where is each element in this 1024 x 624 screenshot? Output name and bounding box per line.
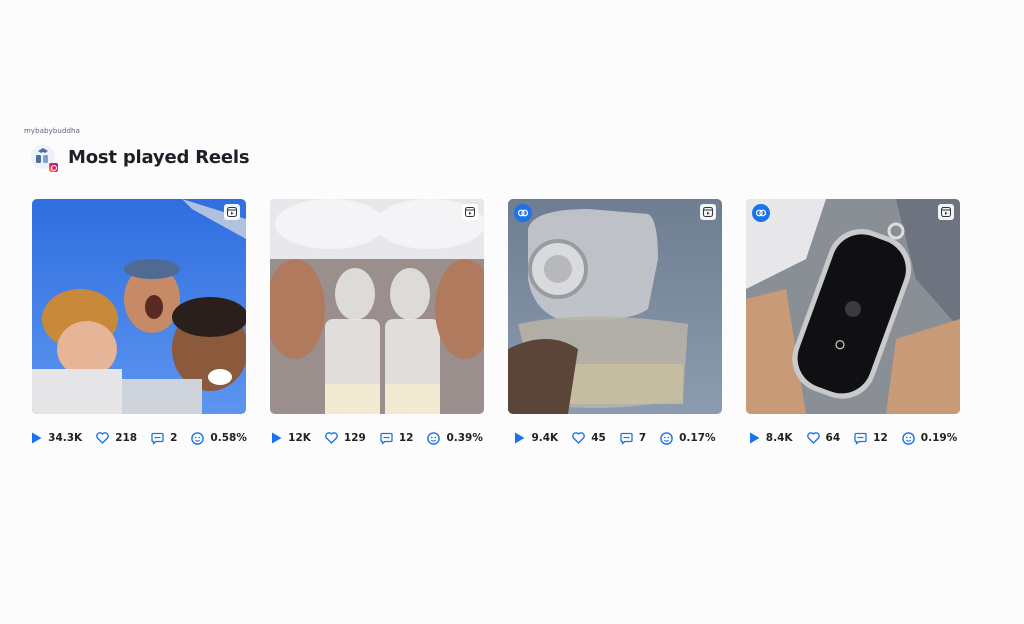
reel-stats: 9.4K 45 7 0.17% bbox=[508, 430, 722, 446]
heart-icon bbox=[325, 432, 338, 444]
engagement-rate: 0.17% bbox=[679, 432, 716, 444]
comments-count: 12 bbox=[398, 432, 414, 444]
section-header: Most played Reels bbox=[30, 144, 250, 172]
plays-count: 9.4K bbox=[531, 432, 559, 444]
engagement-rate: 0.58% bbox=[210, 432, 247, 444]
instagram-icon bbox=[49, 163, 58, 172]
engagement-icon bbox=[660, 431, 673, 445]
reel-icon bbox=[700, 204, 716, 220]
comments-stat: 12 bbox=[380, 432, 414, 445]
engagement-stat: 0.19% bbox=[901, 431, 958, 445]
plays-stat: 9.4K bbox=[514, 432, 558, 444]
comments-stat: 7 bbox=[620, 432, 646, 445]
comments-count: 12 bbox=[873, 432, 888, 444]
heart-icon bbox=[572, 432, 586, 444]
reel-card[interactable]: 12K 129 12 0.39% bbox=[270, 199, 484, 446]
account-handle: mybabybuddha bbox=[24, 127, 80, 135]
plays-count: 8.4K bbox=[765, 432, 793, 444]
reel-stats: 34.3K 218 2 0.58% bbox=[31, 430, 247, 446]
play-icon bbox=[749, 432, 760, 444]
reel-thumbnail[interactable] bbox=[32, 199, 246, 414]
plays-stat: 8.4K bbox=[749, 432, 793, 444]
engagement-rate: 0.39% bbox=[446, 432, 483, 444]
likes-count: 45 bbox=[591, 432, 606, 444]
engagement-icon bbox=[901, 431, 915, 445]
play-icon bbox=[515, 432, 525, 444]
engagement-stat: 0.17% bbox=[660, 431, 716, 445]
plays-stat: 34.3K bbox=[31, 432, 82, 444]
play-icon bbox=[32, 432, 42, 444]
comments-count: 2 bbox=[170, 432, 178, 444]
brand-logo-icon bbox=[30, 144, 58, 172]
plays-count: 34.3K bbox=[48, 432, 83, 444]
reel-thumbnail[interactable] bbox=[270, 199, 484, 414]
reel-icon bbox=[462, 204, 478, 220]
reel-thumbnail[interactable] bbox=[746, 199, 960, 414]
likes-count: 129 bbox=[343, 432, 366, 444]
engagement-icon bbox=[427, 431, 441, 445]
plays-stat: 12K bbox=[271, 432, 311, 444]
heart-icon bbox=[96, 432, 110, 444]
engagement-rate: 0.19% bbox=[920, 432, 958, 444]
comments-stat: 12 bbox=[854, 432, 888, 445]
play-icon bbox=[272, 432, 282, 444]
comment-icon bbox=[151, 432, 164, 445]
comments-stat: 2 bbox=[151, 432, 177, 445]
reel-icon bbox=[224, 204, 240, 220]
reels-list: 34.3K 218 2 0.58% 12K 129 12 0.39% 9.4K … bbox=[32, 199, 960, 446]
likes-stat: 64 bbox=[806, 432, 841, 444]
collab-icon bbox=[514, 204, 532, 222]
reel-thumbnail[interactable] bbox=[508, 199, 722, 414]
reel-stats: 12K 129 12 0.39% bbox=[270, 430, 484, 446]
comment-icon bbox=[854, 432, 867, 445]
likes-stat: 129 bbox=[325, 432, 366, 444]
page-title: Most played Reels bbox=[68, 146, 250, 168]
reel-card[interactable]: 8.4K 64 12 0.19% bbox=[746, 199, 960, 446]
engagement-stat: 0.58% bbox=[191, 431, 247, 445]
likes-count: 218 bbox=[115, 432, 138, 444]
likes-count: 64 bbox=[825, 432, 841, 444]
heart-icon bbox=[806, 432, 820, 444]
comment-icon bbox=[620, 432, 633, 445]
comment-icon bbox=[380, 432, 393, 445]
plays-count: 12K bbox=[288, 432, 311, 444]
likes-stat: 45 bbox=[572, 432, 606, 444]
collab-icon bbox=[752, 204, 770, 222]
comments-count: 7 bbox=[638, 432, 647, 444]
engagement-stat: 0.39% bbox=[427, 431, 483, 445]
reel-icon bbox=[938, 204, 954, 220]
reel-stats: 8.4K 64 12 0.19% bbox=[746, 430, 960, 446]
reel-card[interactable]: 9.4K 45 7 0.17% bbox=[508, 199, 722, 446]
engagement-icon bbox=[191, 431, 205, 445]
reel-card[interactable]: 34.3K 218 2 0.58% bbox=[31, 199, 247, 446]
likes-stat: 218 bbox=[96, 432, 137, 444]
